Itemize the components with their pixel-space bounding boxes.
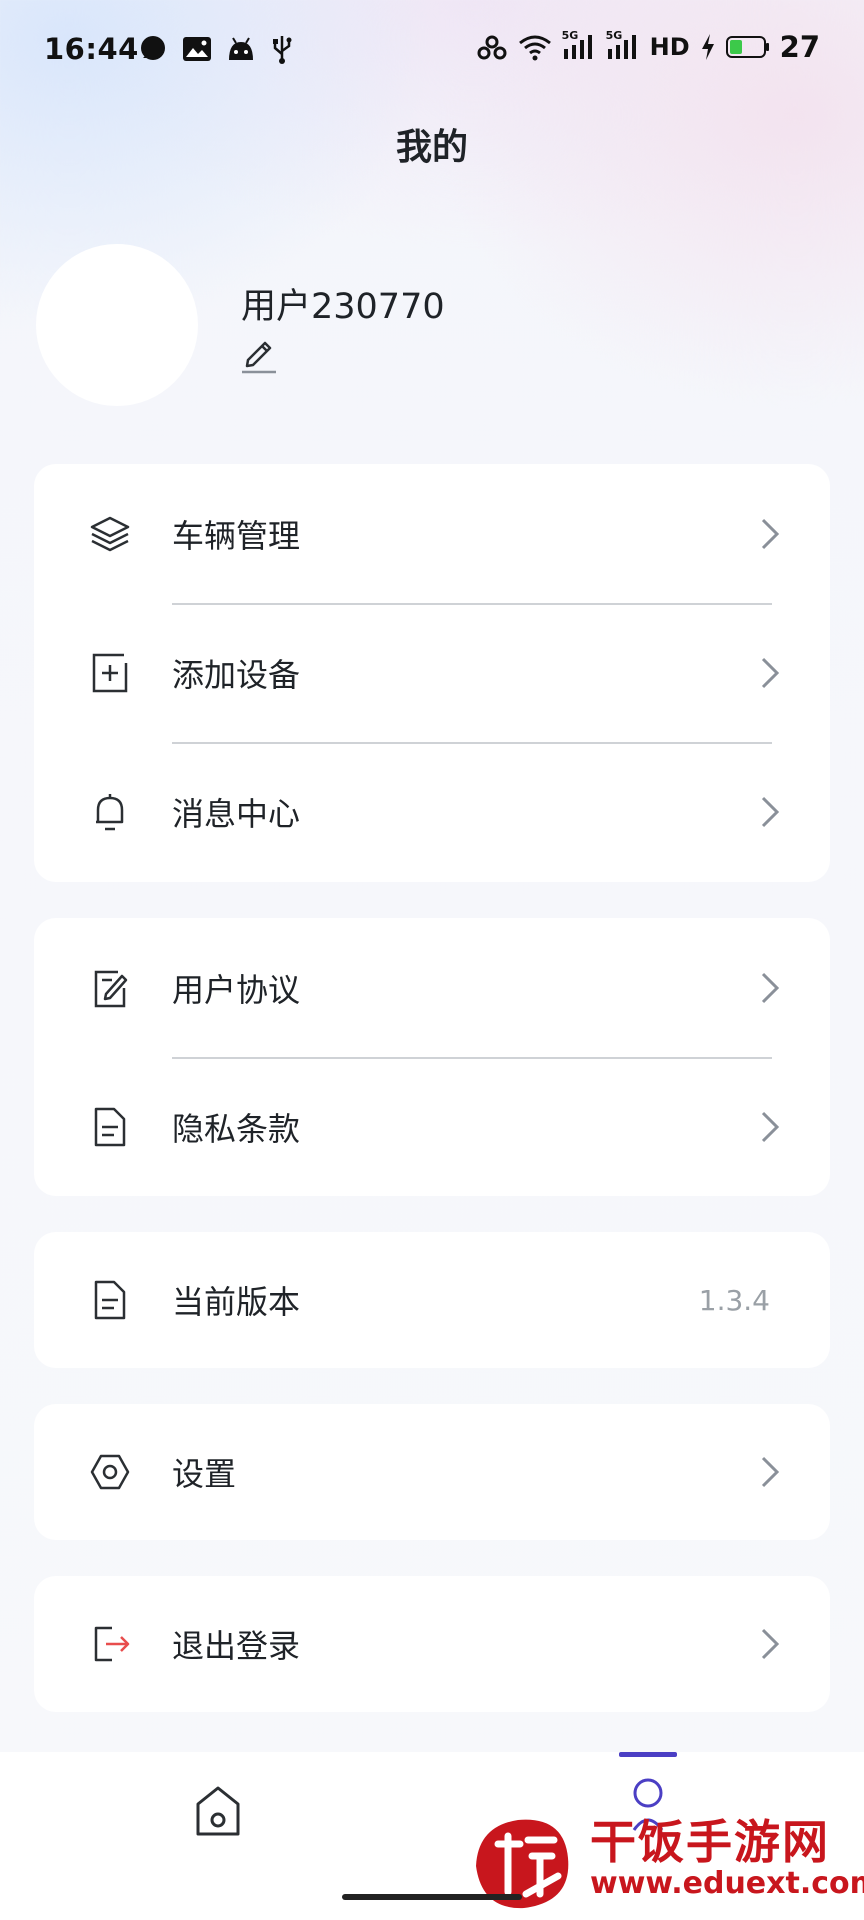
layers-icon xyxy=(88,512,132,556)
home-icon xyxy=(196,1786,240,1836)
signal-5g-icon: 5G xyxy=(606,29,640,61)
usb-icon xyxy=(273,36,292,64)
document-icon xyxy=(88,1105,132,1149)
menu-card-settings: 设置 xyxy=(34,1404,830,1540)
message-bubble-icon xyxy=(141,36,165,60)
menu-item-logout[interactable]: 退出登录 xyxy=(34,1576,830,1712)
menu-item-settings[interactable]: 设置 xyxy=(34,1404,830,1540)
menu-card-legal: 用户协议 隐私条款 xyxy=(34,918,830,1196)
chevron-right-icon xyxy=(761,1111,780,1142)
menu-item-vehicle-management[interactable]: 车辆管理 xyxy=(34,464,830,603)
menu-item-privacy-policy[interactable]: 隐私条款 xyxy=(34,1057,830,1196)
chevron-right-icon xyxy=(761,796,780,827)
charging-icon xyxy=(701,34,714,60)
username: 用户230770 xyxy=(241,287,445,327)
android-icon xyxy=(229,37,253,60)
hd-voice-icon: HD xyxy=(649,33,690,61)
chevron-right-icon xyxy=(761,1628,780,1660)
menu-item-label: 隐私条款 xyxy=(172,1109,301,1148)
page-title: 我的 xyxy=(395,127,468,168)
edit-profile-button[interactable] xyxy=(240,334,278,374)
avatar[interactable] xyxy=(36,244,198,406)
battery-icon xyxy=(725,36,769,58)
document-icon xyxy=(88,1278,132,1322)
menu-item-user-agreement[interactable]: 用户协议 xyxy=(34,918,830,1057)
image-notification-icon xyxy=(183,37,211,61)
menu-card-version: 当前版本 1.3.4 xyxy=(34,1232,830,1368)
status-time: 16:44 xyxy=(44,32,139,66)
menu-item-label: 消息中心 xyxy=(172,794,301,833)
watermark-name: 干饭手游网 xyxy=(590,1815,830,1869)
chevron-right-icon xyxy=(761,1456,780,1488)
watermark-url: www.eduext.com xyxy=(590,1866,864,1901)
system-status-icons: 5G 5G HD 27 xyxy=(476,29,820,64)
home-indicator-bar[interactable] xyxy=(342,1894,522,1900)
status-bar: 16:44 5G 5G HD 27 xyxy=(0,0,864,100)
menu-item-label: 用户协议 xyxy=(172,970,301,1009)
hexagon-gear-icon xyxy=(88,1450,132,1494)
chevron-right-icon xyxy=(761,518,780,549)
pencil-icon xyxy=(242,341,276,374)
chevron-right-icon xyxy=(761,657,780,688)
signal-5g-icon: 5G xyxy=(562,29,596,61)
agreement-icon xyxy=(88,966,132,1010)
watermark: 干饭手游网 www.eduext.com xyxy=(468,1800,864,1920)
bell-icon xyxy=(88,790,132,834)
menu-item-add-device[interactable]: 添加设备 xyxy=(34,603,830,742)
menu-card-logout: 退出登录 xyxy=(34,1576,830,1712)
battery-level: 27 xyxy=(779,30,820,64)
notification-icons xyxy=(138,34,294,64)
tab-home[interactable] xyxy=(190,1782,246,1842)
menu-item-message-center[interactable]: 消息中心 xyxy=(34,742,830,881)
menu-card-device: 车辆管理 添加设备 消息中心 xyxy=(34,464,830,882)
menu-item-label: 添加设备 xyxy=(172,655,301,694)
logout-icon xyxy=(88,1622,132,1666)
menu-item-current-version: 当前版本 1.3.4 xyxy=(34,1232,830,1368)
menu-item-label: 车辆管理 xyxy=(172,516,301,555)
menu-item-label: 设置 xyxy=(172,1455,237,1493)
wifi-icon xyxy=(518,35,551,61)
menu-item-label: 退出登录 xyxy=(172,1627,301,1665)
add-square-icon xyxy=(88,651,132,695)
chevron-right-icon xyxy=(761,972,780,1003)
version-value: 1.3.4 xyxy=(698,1283,770,1317)
menu-item-label: 当前版本 xyxy=(172,1283,301,1321)
link-icon xyxy=(477,35,507,60)
